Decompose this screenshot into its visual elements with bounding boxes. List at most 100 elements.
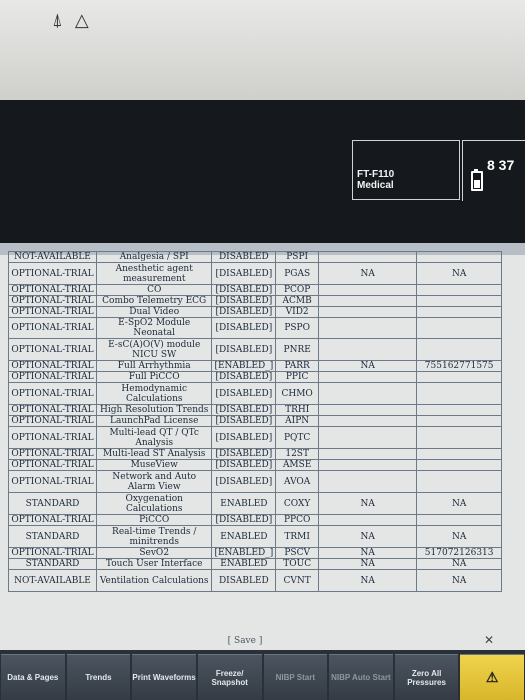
alarm-silence-icon[interactable]: ⍋ <box>52 10 63 31</box>
key-cell <box>416 382 502 405</box>
key-cell <box>416 317 502 339</box>
table-row[interactable]: OPTIONAL-TRIAL E-sC(A)O(V) module NICU SW… <box>8 338 502 361</box>
key-cell <box>416 338 502 361</box>
table-row[interactable]: OPTIONAL-TRIAL Multi-lead QT / QTc Analys… <box>8 426 502 449</box>
value-cell <box>318 295 418 307</box>
warning-triangle-icon[interactable]: △ <box>75 10 89 31</box>
table-row[interactable]: STANDARD Oxygenation Calculations ENABLED C… <box>8 492 502 515</box>
state-cell: [DISABLED] <box>211 338 277 361</box>
code-cell: PPCO <box>275 514 320 526</box>
table-row[interactable]: OPTIONAL-TRIAL Full PiCCO [DISABLED] PPIC <box>8 371 502 383</box>
table-row[interactable]: NOT-AVAILABLE Analgesia / SPI DISABLED PSPI <box>8 251 502 263</box>
alarm-bell-icon[interactable]: ⚠ <box>460 654 524 700</box>
state-cell: [DISABLED] <box>211 371 277 383</box>
value-cell <box>318 426 418 449</box>
status-cell: OPTIONAL-TRIAL <box>8 295 97 307</box>
state-cell: [DISABLED] <box>211 317 277 339</box>
code-cell: COXY <box>275 492 320 515</box>
table-row[interactable]: OPTIONAL-TRIAL Full Arrhythmia [ENABLED_] P… <box>8 360 502 372</box>
table-row[interactable]: OPTIONAL-TRIAL E-SpO2 Module Neonatal [DIS… <box>8 317 502 339</box>
status-cell: STANDARD <box>8 525 97 548</box>
battery-icon <box>471 169 483 191</box>
value-cell <box>318 251 418 263</box>
feature-cell: LaunchPad License <box>95 415 213 427</box>
code-cell: PPIC <box>275 371 320 383</box>
table-row[interactable]: STANDARD Touch User Interface ENABLED TOUC N… <box>8 558 502 570</box>
key-cell: NA <box>416 262 502 285</box>
code-cell: TRMI <box>275 525 320 548</box>
status-cell: OPTIONAL-TRIAL <box>8 317 97 339</box>
status-cell: OPTIONAL-TRIAL <box>8 448 97 460</box>
value-cell: NA <box>318 360 418 372</box>
softkey-5[interactable]: NIBP Auto Start <box>329 654 393 700</box>
state-cell: [DISABLED] <box>211 306 277 318</box>
softkey-2[interactable]: Print Waveforms <box>132 654 196 700</box>
key-cell <box>416 459 502 471</box>
status-cell: NOT-AVAILABLE <box>8 569 97 592</box>
state-cell: DISABLED <box>211 569 277 592</box>
value-cell: NA <box>318 547 418 559</box>
feature-cell: Hemodynamic Calculations <box>95 382 213 405</box>
table-row[interactable]: OPTIONAL-TRIAL Dual Video [DISABLED] VID2 <box>8 306 502 318</box>
close-icon[interactable]: ✕ <box>484 633 494 647</box>
value-cell: NA <box>318 525 418 548</box>
code-cell: PSCV <box>275 547 320 559</box>
softkey-1[interactable]: Trends <box>66 654 131 700</box>
state-cell: [DISABLED] <box>211 284 277 296</box>
value-cell: NA <box>318 569 418 592</box>
table-row[interactable]: OPTIONAL-TRIAL Hemodynamic Calculations [D… <box>8 382 502 405</box>
key-cell <box>416 404 502 416</box>
value-cell <box>318 459 418 471</box>
table-row[interactable]: OPTIONAL-TRIAL CO [DISABLED] PCOP <box>8 284 502 296</box>
feature-cell: PiCCO <box>95 514 213 526</box>
value-cell: NA <box>318 262 418 285</box>
state-cell: [DISABLED] <box>211 448 277 460</box>
table-row[interactable]: OPTIONAL-TRIAL LaunchPad License [DISABLED… <box>8 415 502 427</box>
code-cell: TOUC <box>275 558 320 570</box>
table-row[interactable]: OPTIONAL-TRIAL Combo Telemetry ECG [DISABL… <box>8 295 502 307</box>
feature-cell: E-SpO2 Module Neonatal <box>95 317 213 339</box>
status-cell: OPTIONAL-TRIAL <box>8 262 97 285</box>
feature-cell: High Resolution Trends <box>95 404 213 416</box>
key-cell: 755162771575 <box>416 360 502 372</box>
key-cell <box>416 306 502 318</box>
clock-time: 8 37 <box>487 157 515 173</box>
value-cell <box>318 371 418 383</box>
key-cell: NA <box>416 525 502 548</box>
softkey-4[interactable]: NIBP Start <box>263 654 328 700</box>
status-cell: OPTIONAL-TRIAL <box>8 284 97 296</box>
table-row[interactable]: NOT-AVAILABLE Ventilation Calculations DIS… <box>8 569 502 592</box>
status-cell: OPTIONAL-TRIAL <box>8 382 97 405</box>
status-cell: OPTIONAL-TRIAL <box>8 470 97 493</box>
code-cell: CHMO <box>275 382 320 405</box>
table-row[interactable]: OPTIONAL-TRIAL Multi-lead ST Analysis [DIS… <box>8 448 502 460</box>
table-row[interactable]: OPTIONAL-TRIAL SevO2 [ENABLED_] PSCV NA 51707… <box>8 547 502 559</box>
feature-cell: Full PiCCO <box>95 371 213 383</box>
feature-cell: Network and Auto Alarm View <box>95 470 213 493</box>
key-cell: NA <box>416 569 502 592</box>
save-button[interactable]: [ Save ] <box>215 636 275 646</box>
table-row[interactable]: OPTIONAL-TRIAL High Resolution Trends [DIS… <box>8 404 502 416</box>
softkey-3[interactable]: Freeze/ Snapshot <box>197 654 262 700</box>
value-cell <box>318 514 418 526</box>
table-row[interactable]: OPTIONAL-TRIAL Network and Auto Alarm Vie… <box>8 470 502 493</box>
softkey-0[interactable]: Data & Pages <box>1 654 65 700</box>
feature-cell: Oxygenation Calculations <box>95 492 213 515</box>
status-cell: OPTIONAL-TRIAL <box>8 306 97 318</box>
state-cell: [DISABLED] <box>211 415 277 427</box>
table-row[interactable]: OPTIONAL-TRIAL MuseView [DISABLED] AMSE <box>8 459 502 471</box>
table-row[interactable]: OPTIONAL-TRIAL Anesthetic agent measureme… <box>8 262 502 285</box>
state-cell: ENABLED <box>211 558 277 570</box>
key-cell <box>416 251 502 263</box>
value-cell <box>318 470 418 493</box>
feature-cell: E-sC(A)O(V) module NICU SW <box>95 338 213 361</box>
value-cell <box>318 415 418 427</box>
value-cell <box>318 404 418 416</box>
softkey-6[interactable]: Zero All Pressures <box>394 654 459 700</box>
table-row[interactable]: OPTIONAL-TRIAL PiCCO [DISABLED] PPCO <box>8 514 502 526</box>
status-cell: OPTIONAL-TRIAL <box>8 459 97 471</box>
value-cell <box>318 382 418 405</box>
value-cell <box>318 317 418 339</box>
table-row[interactable]: STANDARD Real-time Trends / minitrends ENA… <box>8 525 502 548</box>
key-cell <box>416 415 502 427</box>
